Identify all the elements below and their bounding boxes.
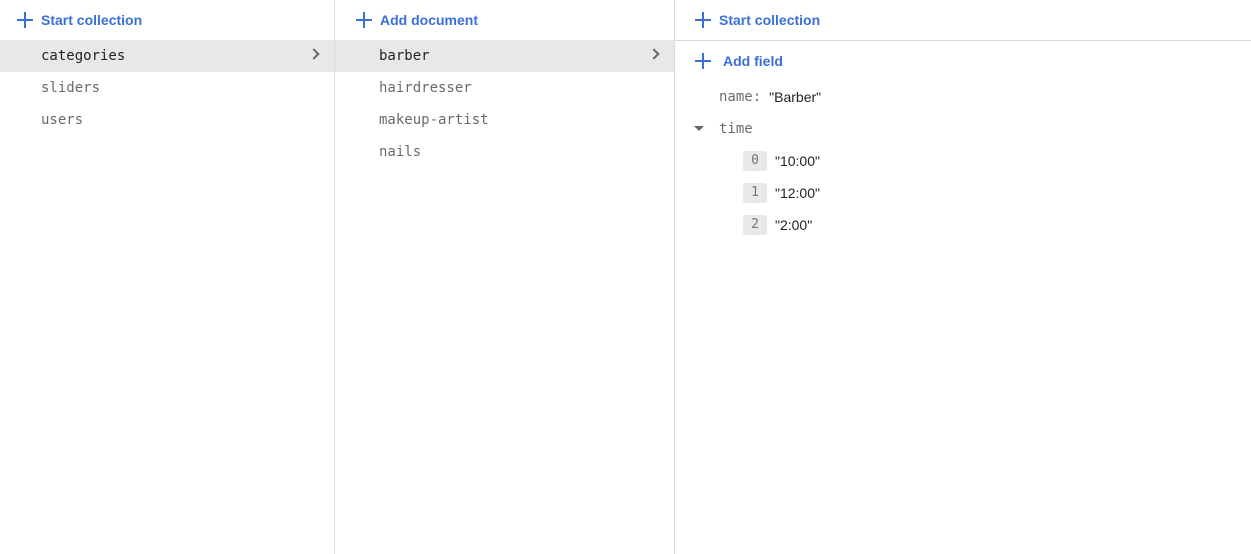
plus-icon (17, 12, 33, 28)
start-collection-label: Start collection (719, 12, 821, 28)
chevron-right-icon (308, 48, 320, 60)
field-row-name[interactable]: name: "Barber" (675, 81, 1251, 113)
array-index: 2 (743, 215, 767, 235)
document-label: makeup-artist (379, 112, 489, 128)
collections-panel: Start collection categories sliders user… (0, 0, 335, 554)
document-item-hairdresser[interactable]: hairdresser (335, 72, 674, 104)
field-key: time (719, 121, 753, 137)
array-value: "2:00" (775, 217, 813, 233)
array-index: 1 (743, 183, 767, 203)
field-row-time[interactable]: time (675, 113, 1251, 145)
array-item[interactable]: 1 "12:00" (675, 177, 1251, 209)
document-label: nails (379, 144, 422, 160)
document-item-makeup-artist[interactable]: makeup-artist (335, 104, 674, 136)
plus-icon (695, 53, 711, 69)
start-collection-label: Start collection (41, 12, 143, 28)
chevron-right-icon (648, 48, 660, 60)
add-field-button[interactable]: Add field (675, 41, 1251, 81)
add-document-button[interactable]: Add document (335, 0, 674, 40)
collection-item-users[interactable]: users (0, 104, 334, 136)
plus-icon (356, 12, 372, 28)
caret-down-icon[interactable] (694, 126, 704, 131)
document-label: hairdresser (379, 80, 472, 96)
field-key: name: (719, 89, 762, 105)
collection-item-categories[interactable]: categories (0, 40, 334, 72)
array-item[interactable]: 0 "10:00" (675, 145, 1251, 177)
add-document-label: Add document (380, 12, 478, 28)
field-value: "Barber" (769, 89, 822, 105)
collection-item-sliders[interactable]: sliders (0, 72, 334, 104)
document-item-nails[interactable]: nails (335, 136, 674, 168)
array-item[interactable]: 2 "2:00" (675, 209, 1251, 241)
collection-label: categories (41, 48, 126, 64)
array-value: "12:00" (775, 185, 820, 201)
plus-icon (695, 12, 711, 28)
start-subcollection-button[interactable]: Start collection (675, 0, 1251, 41)
documents-panel: Add document barber hairdresser makeup-a… (335, 0, 675, 554)
collection-label: users (41, 112, 84, 128)
field-list: name: "Barber" time 0 "10:00" 1 "12:00" … (675, 81, 1251, 241)
start-collection-button[interactable]: Start collection (0, 0, 334, 40)
document-label: barber (379, 48, 430, 64)
add-field-label: Add field (723, 53, 783, 69)
array-index: 0 (743, 151, 767, 171)
fields-panel: Start collection Add field name: "Barber… (675, 0, 1251, 554)
document-item-barber[interactable]: barber (335, 40, 674, 72)
collection-label: sliders (41, 80, 101, 96)
array-value: "10:00" (775, 153, 820, 169)
